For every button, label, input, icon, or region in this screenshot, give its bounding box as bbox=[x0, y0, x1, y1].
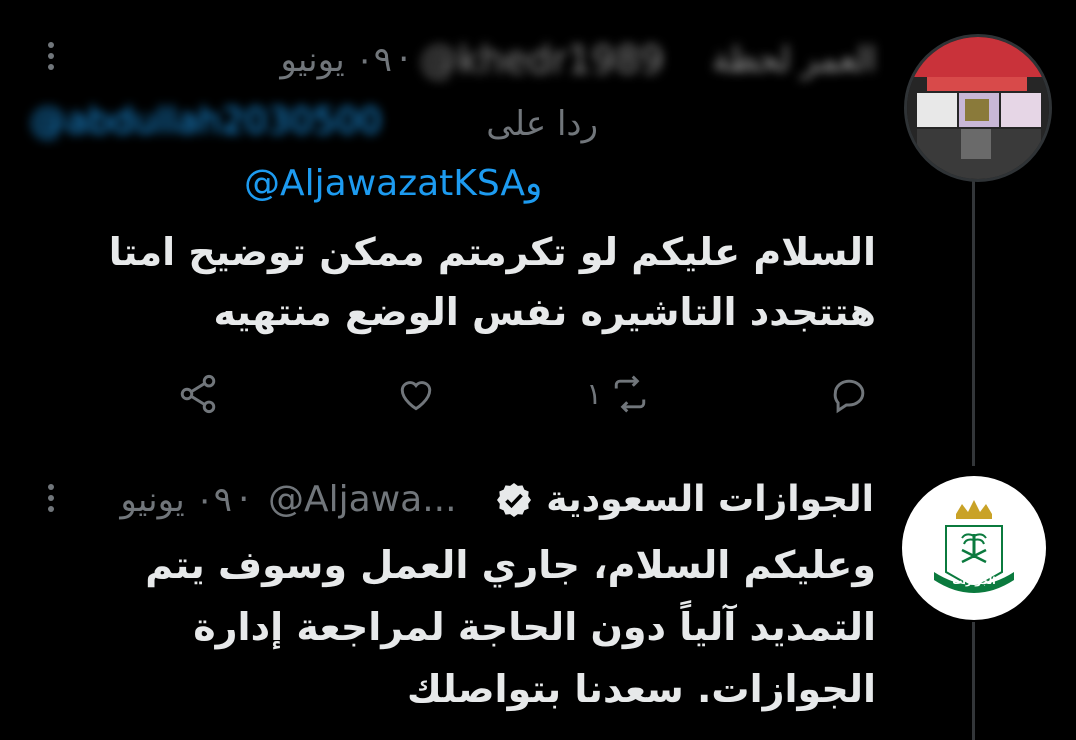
reply-icon bbox=[833, 379, 865, 414]
avatar[interactable] bbox=[904, 34, 1052, 182]
tweet-date[interactable]: ٠٩ يونيو bbox=[248, 36, 392, 84]
share-button[interactable] bbox=[176, 370, 220, 418]
tweet-text: وعليكم السلام، جاري العمل وسوف يتم التمد… bbox=[145, 543, 876, 711]
author-handle[interactable]: @khedr1989 bbox=[420, 36, 664, 84]
mention-prefix: و bbox=[525, 163, 543, 204]
retweet-icon bbox=[614, 375, 646, 413]
tweet-text: السلام عليكم لو تكرمتم ممكن توضيح امتا ه… bbox=[108, 230, 876, 334]
thread-line bbox=[972, 176, 975, 466]
replying-to-label: ردا على bbox=[486, 104, 598, 144]
share-icon bbox=[180, 374, 216, 414]
logo-text: الجوازات bbox=[952, 576, 996, 587]
like-button[interactable] bbox=[394, 370, 438, 418]
separator-dot: · bbox=[398, 39, 410, 80]
tweet-date[interactable]: ٠٩ يونيو bbox=[92, 476, 232, 524]
author-handle[interactable]: @Aljawa... bbox=[268, 476, 457, 524]
reply-button[interactable] bbox=[828, 370, 872, 418]
separator-dot: · bbox=[238, 479, 250, 520]
mention-handle[interactable]: @AljawazatKSA bbox=[244, 163, 525, 204]
avatar-jawazat-logo[interactable]: الجوازات bbox=[902, 476, 1046, 620]
jawazat-logo-icon bbox=[934, 500, 1014, 593]
retweet-button[interactable]: ١ bbox=[586, 370, 652, 418]
author-name[interactable]: الجوازات السعودية bbox=[546, 476, 874, 524]
retweet-count: ١ bbox=[586, 376, 603, 412]
more-icon[interactable] bbox=[46, 484, 56, 517]
mention-link[interactable]: @AljawazatKSAو bbox=[244, 160, 542, 208]
verified-badge-icon bbox=[497, 483, 531, 517]
thread-line-lower bbox=[972, 622, 975, 740]
replying-to-handle[interactable]: @abdullah2030500 bbox=[30, 98, 382, 146]
heart-icon bbox=[400, 381, 432, 411]
more-icon[interactable] bbox=[46, 42, 56, 75]
author-name[interactable]: العمر لحظة bbox=[712, 36, 876, 84]
